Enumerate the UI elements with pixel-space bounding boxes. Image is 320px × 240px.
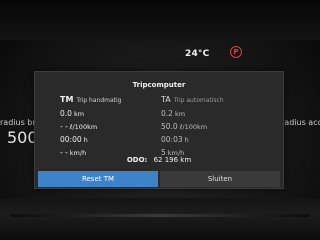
odometer-label: ODO:: [126, 156, 148, 164]
tripcomputer-dialog: Tripcomputer TM Trip handmatig 0.0 km - …: [34, 71, 284, 189]
distance-unit: km: [174, 109, 186, 118]
trip-auto-header: TA Trip automatisch: [161, 95, 261, 107]
odometer-value: 62 196 km: [153, 156, 192, 164]
dialog-actions: Reset TM Sluiten: [38, 171, 280, 187]
display-bezel-bottom: [0, 198, 320, 240]
dialog-title: Tripcomputer: [132, 81, 186, 89]
trip-auto-code: TA: [161, 95, 171, 104]
distance-unit: km: [73, 109, 85, 118]
trip-manual-label: Trip handmatig: [76, 97, 122, 104]
consumption-unit: ℓ/100km: [179, 122, 208, 131]
trip-manual-time: 00:00 h: [60, 133, 160, 146]
reset-tm-button[interactable]: Reset TM: [38, 171, 158, 187]
trip-auto-time: 00:03 h: [161, 133, 261, 146]
close-button[interactable]: Sluiten: [160, 171, 280, 187]
trip-auto-label: Trip automatisch: [173, 97, 224, 104]
distance-value: 0.2: [161, 109, 173, 118]
trip-manual-distance: 0.0 km: [60, 107, 160, 120]
time-unit: h: [83, 135, 88, 144]
distance-value: 0.0: [60, 109, 72, 118]
bezel-trim: [10, 214, 310, 217]
consumption-value: - -: [60, 122, 68, 131]
consumption-unit: ℓ/100km: [69, 122, 98, 131]
odometer: ODO: 62 196 km: [35, 156, 283, 164]
outside-temperature: 24°C: [185, 49, 210, 59]
time-value: 00:00: [60, 135, 82, 144]
trip-manual-consumption: - - ℓ/100km: [60, 120, 160, 133]
instrument-display: 24°C P radius brandst 500 Actieradius ac…: [0, 0, 320, 240]
trip-manual-header: TM Trip handmatig: [60, 95, 160, 107]
consumption-value: 50.0: [161, 122, 178, 131]
trip-auto-distance: 0.2 km: [161, 107, 261, 120]
trip-auto-consumption: 50.0 ℓ/100km: [161, 120, 261, 133]
time-value: 00:03: [161, 135, 183, 144]
status-bar: 24°C: [185, 47, 209, 61]
time-unit: h: [184, 135, 189, 144]
range-fuel-value: 500: [7, 128, 38, 147]
trip-manual-column: TM Trip handmatig 0.0 km - - ℓ/100km 00:…: [60, 95, 160, 159]
display-bezel-top: [0, 0, 320, 40]
trip-auto-column: TA Trip automatisch 0.2 km 50.0 ℓ/100km …: [161, 95, 261, 159]
parking-brake-icon: P: [230, 46, 242, 58]
trip-manual-code: TM: [60, 95, 74, 104]
